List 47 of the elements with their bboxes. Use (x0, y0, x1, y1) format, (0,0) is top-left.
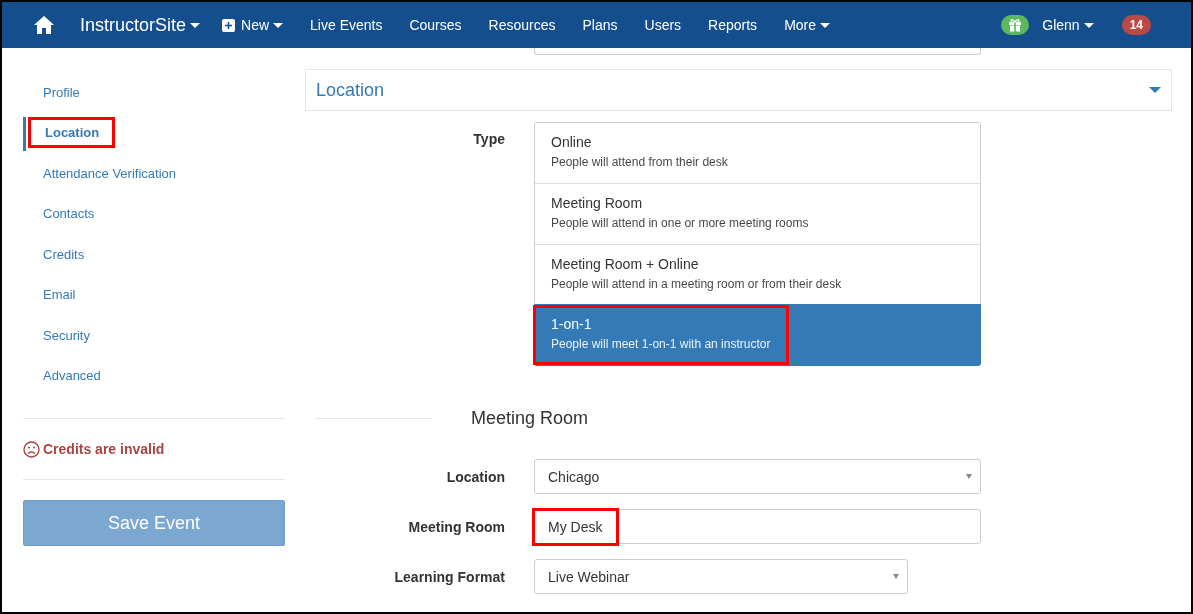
type-option[interactable]: 1-on-1 People will meet 1-on-1 with an instructor (534, 304, 981, 366)
option-title: 1-on-1 (551, 316, 593, 332)
caret-icon[interactable] (1149, 87, 1161, 93)
home-icon[interactable] (34, 16, 54, 34)
nav-link[interactable]: Users (644, 17, 682, 33)
dropdown[interactable]: Live Webinar (534, 559, 908, 594)
field-label: Learning Format (393, 568, 505, 585)
option-description: People will meet 1-on-1 with an instructor (551, 337, 772, 351)
plus-icon (222, 18, 236, 32)
user-menu[interactable]: Glenn (1042, 17, 1094, 33)
notification-badge[interactable]: 14 (1121, 15, 1151, 35)
nav-link[interactable]: Resources (488, 17, 556, 33)
sidebar-item[interactable]: Contacts (43, 200, 95, 228)
gift-icon[interactable] (1001, 15, 1030, 35)
caret-icon (966, 474, 972, 479)
dropdown[interactable]: Chicago (534, 459, 981, 494)
section-header[interactable]: Location (305, 69, 1172, 111)
nav-link[interactable]: Courses (409, 17, 462, 33)
type-option[interactable]: Meeting Room People will attend in one or more meeting rooms (535, 183, 980, 244)
field-label: Meeting Room (407, 518, 505, 535)
option-title: Meeting Room (551, 195, 644, 211)
field-label: Location (445, 468, 505, 485)
caret-icon (893, 574, 899, 579)
sidebar-item[interactable]: Location (30, 119, 114, 147)
sidebar-item[interactable]: Attendance Verification (43, 159, 176, 187)
warning-text: Credits are invalid (43, 441, 165, 457)
option-description: People will attend from their desk (551, 155, 729, 169)
sidebar-item[interactable]: Credits (43, 240, 85, 268)
option-title: Online (551, 134, 593, 150)
type-option[interactable]: Online People will attend from their desk (535, 123, 980, 183)
sad-face-icon (23, 440, 40, 458)
option-description: People will attend in one or more meeting rooms (551, 216, 810, 230)
more-menu[interactable]: More (784, 17, 831, 33)
sidebar-item[interactable]: Email (43, 281, 76, 309)
section-title: Meeting Room (471, 408, 589, 429)
sidebar-item[interactable]: Security (43, 321, 90, 349)
sidebar-item[interactable]: Advanced (43, 362, 101, 390)
new-menu[interactable]: New (222, 17, 284, 33)
nav-link[interactable]: Plans (582, 17, 618, 33)
option-title: Meeting Room + Online (551, 256, 700, 272)
nav-link[interactable]: Live Events (310, 17, 383, 33)
nav-link[interactable]: Reports (708, 17, 758, 33)
field-label: Type (472, 130, 505, 147)
site-menu[interactable]: InstructorSite (80, 14, 201, 36)
option-description: People will attend in a meeting room or from their desk (551, 277, 843, 291)
sidebar-item[interactable]: Profile (43, 78, 80, 106)
text-field[interactable]: My Desk (534, 509, 981, 544)
